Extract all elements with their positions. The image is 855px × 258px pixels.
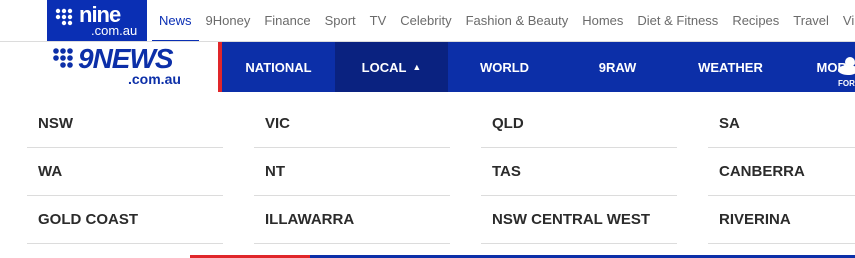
network-link-fashion-beauty[interactable]: Fashion & Beauty [459,0,576,42]
9news-dots-icon [53,48,73,68]
nav-item-national[interactable]: NATIONAL [222,42,335,92]
weather-forecast-label: FOR [838,79,855,88]
region-qld[interactable]: QLD [481,100,677,148]
chevron-up-icon: ▲ [412,61,422,72]
network-link-9honey[interactable]: 9Honey [199,0,258,42]
network-bar: nine .com.au News 9Honey Finance Sport T… [0,0,855,42]
nav-item-label: NATIONAL [245,59,312,75]
nine-dots-icon [55,8,73,26]
network-link-recipes[interactable]: Recipes [725,0,786,42]
main-nav: 9NEWS .com.au NATIONAL LOCAL ▲ WORLD 9RA… [0,42,855,92]
region-sa[interactable]: SA [708,100,855,148]
region-illawarra[interactable]: ILLAWARRA [254,196,450,244]
nav-item-label: 9RAW [598,59,637,75]
network-link-viral[interactable]: Viral [836,0,855,42]
nav-item-9raw[interactable]: 9RAW [561,42,674,92]
nav-item-local[interactable]: LOCAL ▲ [335,42,448,92]
local-dropdown: NSW VIC QLD SA WA NT TAS CANBERRA GOLD C… [0,92,855,258]
network-link-finance[interactable]: Finance [257,0,317,42]
network-link-news[interactable]: News [152,0,199,42]
nav-item-weather[interactable]: WEATHER [674,42,787,92]
region-vic[interactable]: VIC [254,100,450,148]
nine-logo-sub: .com.au [91,23,138,38]
network-link-celebrity[interactable]: Celebrity [393,0,458,42]
9news-logo-word: 9NEWS [78,43,174,74]
network-link-diet-fitness[interactable]: Diet & Fitness [630,0,725,42]
nav-item-world[interactable]: WORLD [448,42,561,92]
network-link-travel[interactable]: Travel [786,0,836,42]
region-nt[interactable]: NT [254,148,450,196]
nav-item-label: WORLD [479,59,530,75]
region-nsw[interactable]: NSW [27,100,223,148]
nine-logo[interactable]: nine .com.au [47,0,147,42]
region-canberra[interactable]: CANBERRA [708,148,855,196]
9news-logo[interactable]: 9NEWS .com.au [0,42,218,92]
network-link-homes[interactable]: Homes [575,0,630,42]
region-nsw-central-west[interactable]: NSW CENTRAL WEST [481,196,677,244]
network-link-tv[interactable]: TV [363,0,394,42]
nav-item-label: WEATHER [698,59,763,75]
network-link-sport[interactable]: Sport [318,0,363,42]
region-gold-coast[interactable]: GOLD COAST [27,196,223,244]
nav-item-label: LOCAL [361,59,407,75]
region-tas[interactable]: TAS [481,148,677,196]
region-riverina[interactable]: RIVERINA [708,196,855,244]
9news-logo-sub: .com.au [128,71,181,87]
nav-items: NATIONAL LOCAL ▲ WORLD 9RAW WEATHER MORE… [222,42,855,92]
region-wa[interactable]: WA [27,148,223,196]
network-links: News 9Honey Finance Sport TV Celebrity F… [152,0,855,42]
